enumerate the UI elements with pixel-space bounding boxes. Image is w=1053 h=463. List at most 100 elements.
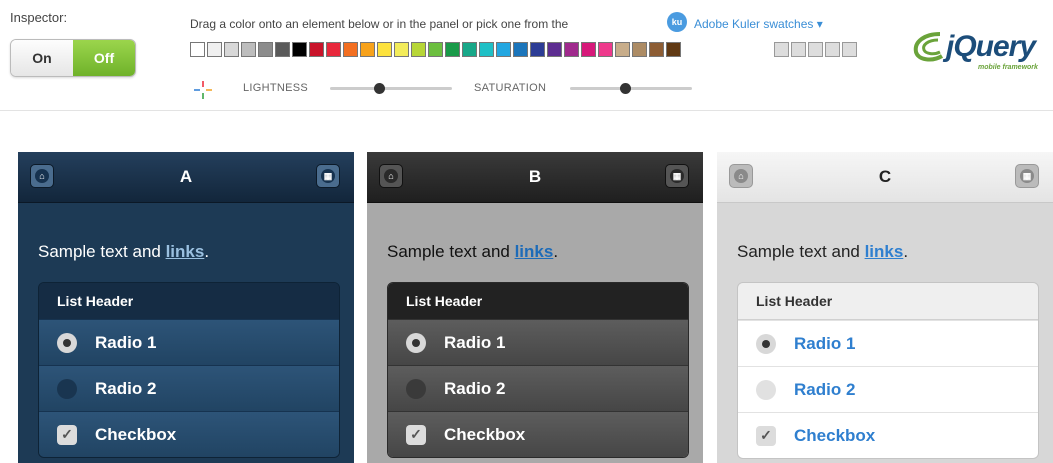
recent-swatches (774, 42, 859, 57)
color-swatch[interactable] (241, 42, 256, 57)
radio-2-label: Radio 2 (794, 379, 856, 399)
theme-panel-b[interactable]: ⌂ B ▦ Sample text and links. List Header… (367, 152, 703, 463)
home-button[interactable]: ⌂ (379, 164, 403, 188)
color-swatch[interactable] (666, 42, 681, 57)
saturation-slider[interactable] (570, 83, 692, 94)
list-view: List Header Radio 1 Radio 2 ✓ Checkbox (737, 282, 1039, 459)
home-icon: ⌂ (734, 169, 748, 183)
color-swatch[interactable] (428, 42, 443, 57)
radio-1-label: Radio 1 (95, 332, 157, 352)
color-swatch[interactable] (547, 42, 562, 57)
toggle-on-button[interactable]: On (11, 40, 73, 76)
checkbox-item[interactable]: ✓ Checkbox (39, 411, 339, 457)
empty-swatch[interactable] (842, 42, 857, 57)
radio-1-label: Radio 1 (444, 332, 506, 352)
inspector-toggle[interactable]: On Off (10, 39, 136, 77)
saturation-label: SATURATION (474, 82, 547, 94)
color-swatch[interactable] (615, 42, 630, 57)
sample-link[interactable]: links (166, 242, 205, 261)
list-header: List Header (738, 283, 1038, 320)
checkbox-label: Checkbox (444, 424, 526, 444)
panel-title: A (179, 167, 193, 186)
color-swatch[interactable] (581, 42, 596, 57)
kuler-icon[interactable]: ku (667, 12, 687, 32)
color-swatch[interactable] (377, 42, 392, 57)
sample-link[interactable]: links (515, 242, 554, 261)
sample-text: Sample text and links. (387, 242, 558, 262)
radio-1-label: Radio 1 (794, 333, 856, 353)
crosshair-icon (194, 81, 212, 99)
color-swatch[interactable] (292, 42, 307, 57)
theme-panel-a[interactable]: ⌂ A ▦ Sample text and links. List Header… (18, 152, 354, 463)
theme-panel-c[interactable]: ⌂ C ▦ Sample text and links. List Header… (717, 152, 1053, 463)
checkbox-item[interactable]: ✓ Checkbox (388, 411, 688, 457)
kuler-swatches-link[interactable]: Adobe Kuler swatches ▾ (694, 17, 823, 31)
color-swatch[interactable] (445, 42, 460, 57)
sample-link[interactable]: links (865, 242, 904, 261)
checkbox-icon: ✓ (406, 424, 426, 445)
color-swatch[interactable] (496, 42, 511, 57)
color-swatch[interactable] (258, 42, 273, 57)
grid-button[interactable]: ▦ (1015, 164, 1039, 188)
radio-checked-icon (57, 332, 77, 353)
list-header: List Header (39, 283, 339, 319)
color-swatch[interactable] (275, 42, 290, 57)
color-swatch[interactable] (513, 42, 528, 57)
radio-1-item[interactable]: Radio 1 (738, 320, 1038, 366)
panel-header: ⌂ C ▦ (717, 152, 1053, 203)
grid-icon: ▦ (1020, 169, 1034, 183)
sample-text-body: Sample text and (38, 242, 166, 261)
grid-icon: ▦ (670, 169, 684, 183)
color-swatch[interactable] (479, 42, 494, 57)
toggle-off-button[interactable]: Off (73, 40, 135, 76)
empty-swatch[interactable] (791, 42, 806, 57)
empty-swatch[interactable] (774, 42, 789, 57)
radio-2-item[interactable]: Radio 2 (388, 365, 688, 411)
sample-text-body: Sample text and (387, 242, 515, 261)
color-swatch[interactable] (224, 42, 239, 57)
color-swatch[interactable] (411, 42, 426, 57)
home-button[interactable]: ⌂ (30, 164, 54, 188)
home-button[interactable]: ⌂ (729, 164, 753, 188)
color-swatch[interactable] (632, 42, 647, 57)
color-swatch[interactable] (360, 42, 375, 57)
color-swatch[interactable] (649, 42, 664, 57)
lightness-slider-handle[interactable] (373, 83, 385, 94)
sample-text-body: Sample text and (737, 242, 865, 261)
radio-2-label: Radio 2 (444, 378, 506, 398)
sample-text: Sample text and links. (38, 242, 209, 262)
panel-title: B (528, 167, 542, 186)
saturation-slider-handle[interactable] (619, 83, 631, 94)
checkbox-label: Checkbox (95, 424, 177, 444)
panel-header: ⌂ A ▦ (18, 152, 354, 203)
color-swatch[interactable] (343, 42, 358, 57)
color-swatch[interactable] (190, 42, 205, 57)
color-swatch[interactable] (598, 42, 613, 57)
empty-swatch[interactable] (808, 42, 823, 57)
color-swatch[interactable] (207, 42, 222, 57)
lightness-label: LIGHTNESS (243, 82, 309, 94)
color-swatch[interactable] (462, 42, 477, 57)
radio-checked-icon (756, 333, 776, 354)
color-swatch[interactable] (309, 42, 324, 57)
color-swatch[interactable] (564, 42, 579, 57)
grid-button[interactable]: ▦ (665, 164, 689, 188)
radio-1-item[interactable]: Radio 1 (39, 319, 339, 365)
empty-swatch[interactable] (825, 42, 840, 57)
logo-word: jQuery (946, 30, 1036, 63)
checkbox-item[interactable]: ✓ Checkbox (738, 412, 1038, 458)
lightness-slider[interactable] (330, 83, 452, 94)
color-swatch[interactable] (530, 42, 545, 57)
logo-subtitle: mobile framework (978, 64, 1038, 71)
radio-1-item[interactable]: Radio 1 (388, 319, 688, 365)
radio-2-item[interactable]: Radio 2 (738, 366, 1038, 412)
color-swatch[interactable] (326, 42, 341, 57)
home-icon: ⌂ (384, 169, 398, 183)
jquery-swirl-icon (913, 32, 944, 62)
radio-2-item[interactable]: Radio 2 (39, 365, 339, 411)
color-swatch[interactable] (394, 42, 409, 57)
inspector-label: Inspector: (10, 10, 68, 25)
grid-button[interactable]: ▦ (316, 164, 340, 188)
panel-header: ⌂ B ▦ (367, 152, 703, 203)
grid-icon: ▦ (321, 169, 335, 183)
